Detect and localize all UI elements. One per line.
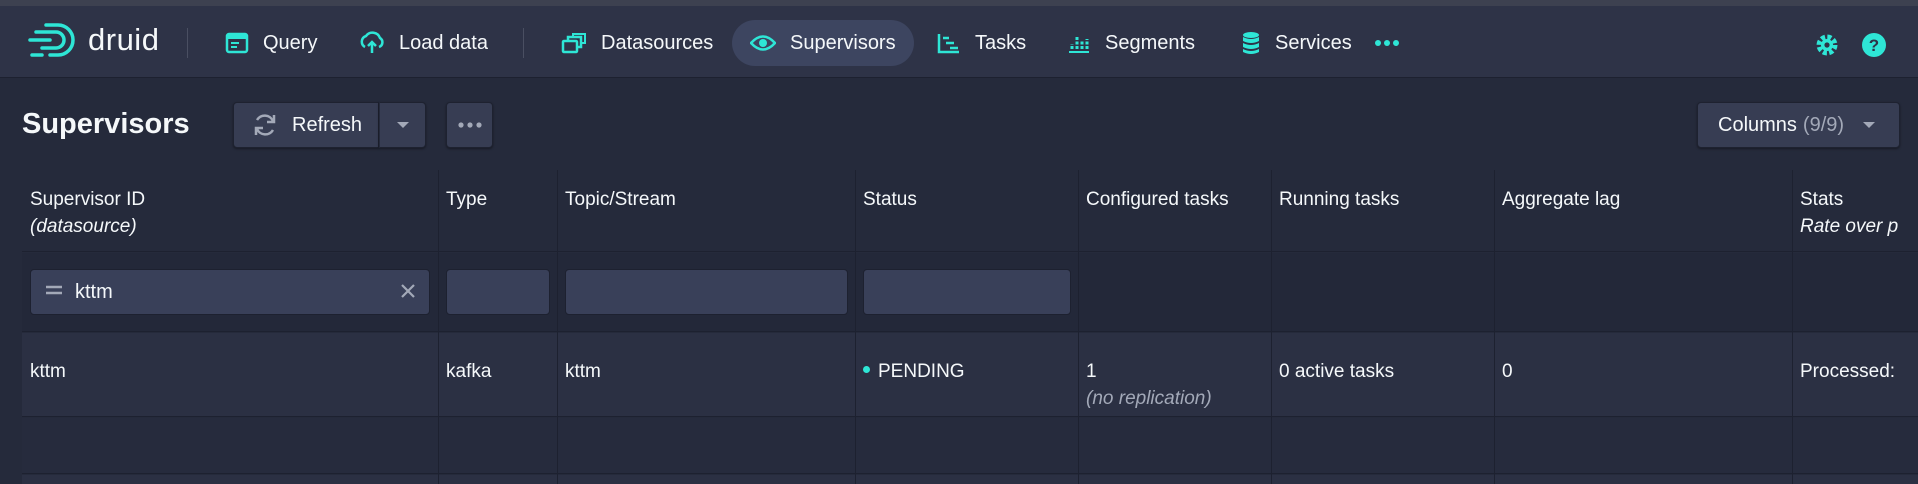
- columns-label: Columns: [1718, 113, 1797, 136]
- nav-query[interactable]: Query: [207, 20, 335, 66]
- empty-table-row: [22, 418, 1918, 474]
- clear-icon[interactable]: [399, 282, 417, 300]
- nav-load-data-label: Load data: [399, 31, 488, 54]
- header-configured-tasks[interactable]: Configured tasks: [1086, 186, 1229, 213]
- refresh-options-button[interactable]: [379, 102, 426, 148]
- page-title: Supervisors: [22, 108, 190, 140]
- nav-datasources-label: Datasources: [601, 31, 714, 54]
- logo-text: druid: [88, 22, 160, 57]
- table-row[interactable]: kttm kafka kttm PENDING 1 (no replicatio…: [22, 333, 1918, 417]
- nav-tasks-label: Tasks: [975, 31, 1027, 54]
- caret-down-icon: [396, 122, 409, 128]
- header-aggregate-lag[interactable]: Aggregate lag: [1502, 186, 1620, 213]
- configured-tasks-value: 1: [1086, 361, 1097, 382]
- header-topic[interactable]: Topic/Stream: [565, 186, 676, 213]
- header-status[interactable]: Status: [863, 186, 917, 213]
- nav-load-data[interactable]: Load data: [341, 20, 506, 66]
- svg-text:?: ?: [1869, 36, 1879, 55]
- column-divider[interactable]: [1792, 170, 1793, 484]
- more-actions-button[interactable]: [446, 102, 493, 148]
- cell-running-tasks[interactable]: 0 active tasks: [1279, 358, 1394, 385]
- page-header: Supervisors Refresh Columns (9/9): [0, 100, 1918, 150]
- cell-status-label: PENDING: [878, 361, 965, 382]
- more-nav-button[interactable]: [1364, 20, 1410, 66]
- more-icon: [457, 122, 482, 128]
- column-divider[interactable]: [1078, 170, 1079, 484]
- columns-count: (9/9): [1802, 113, 1845, 136]
- configured-tasks-note: (no replication): [1086, 388, 1212, 409]
- nav-services-label: Services: [1275, 31, 1352, 54]
- header-supervisor-id[interactable]: Supervisor ID (datasource): [30, 186, 145, 240]
- status-filter[interactable]: [863, 269, 1071, 315]
- nav-query-label: Query: [263, 31, 318, 54]
- database-icon: [1243, 32, 1259, 54]
- nav-divider: [187, 28, 188, 58]
- stacked-chart-icon: [1069, 37, 1089, 53]
- nav-segments-label: Segments: [1105, 31, 1196, 54]
- cell-type: kafka: [446, 361, 492, 382]
- status-indicator-dot: [863, 366, 870, 374]
- cell-stats: Processed:: [1800, 361, 1896, 382]
- cell-aggregate-lag: 0: [1502, 361, 1513, 382]
- nav-services[interactable]: Services: [1223, 20, 1370, 66]
- druid-logo-icon: [28, 23, 75, 57]
- nav-supervisors-label: Supervisors: [790, 31, 896, 54]
- gantt-chart-icon: [937, 34, 959, 54]
- header-running-tasks[interactable]: Running tasks: [1279, 186, 1399, 213]
- cloud-upload-icon: [360, 31, 384, 53]
- application-icon: [225, 32, 249, 54]
- cell-topic: kttm: [565, 361, 601, 382]
- cell-supervisor-id[interactable]: kttm: [30, 358, 66, 385]
- equals-icon: [46, 285, 62, 295]
- header-stats-sub: Rate over p: [1800, 216, 1899, 237]
- cell-status: PENDING: [863, 358, 965, 385]
- column-divider[interactable]: [438, 170, 439, 484]
- refresh-button[interactable]: Refresh: [233, 102, 379, 148]
- header-type[interactable]: Type: [446, 186, 487, 213]
- cell-configured-tasks: 1 (no replication): [1086, 358, 1212, 412]
- column-divider[interactable]: [557, 170, 558, 484]
- refresh-label: Refresh: [292, 113, 363, 136]
- nav-divider: [523, 28, 524, 58]
- help-icon[interactable]: ?: [1861, 32, 1887, 58]
- empty-table-row: [22, 475, 1918, 484]
- top-navbar: druid Query Load data Datasources Superv…: [0, 6, 1918, 78]
- nav-tasks[interactable]: Tasks: [919, 20, 1044, 66]
- supervisor-id-filter-value: kttm: [75, 281, 113, 303]
- supervisor-id-filter[interactable]: kttm: [30, 269, 430, 315]
- druid-logo[interactable]: druid: [28, 20, 159, 60]
- more-icon: [1375, 40, 1399, 46]
- column-divider[interactable]: [1494, 170, 1495, 484]
- columns-button[interactable]: Columns (9/9): [1697, 102, 1900, 148]
- refresh-icon: [254, 114, 276, 136]
- multi-select-icon: [561, 33, 586, 54]
- type-filter[interactable]: [446, 269, 550, 315]
- eye-open-icon: [750, 35, 776, 51]
- nav-supervisors[interactable]: Supervisors: [732, 20, 914, 66]
- supervisors-table: Supervisor ID (datasource) Type Topic/St…: [22, 170, 1918, 484]
- column-divider[interactable]: [1271, 170, 1272, 484]
- topic-filter[interactable]: [565, 269, 848, 315]
- column-divider[interactable]: [855, 170, 856, 484]
- header-stats-label: Stats: [1800, 189, 1844, 210]
- filter-row: kttm: [22, 253, 1918, 332]
- header-supervisor-id-sub: (datasource): [30, 216, 137, 237]
- header-stats[interactable]: Stats Rate over p: [1800, 186, 1898, 240]
- header-supervisor-id-label: Supervisor ID: [30, 189, 146, 210]
- caret-down-icon: [1863, 122, 1876, 128]
- table-header: Supervisor ID (datasource) Type Topic/St…: [22, 170, 1918, 252]
- nav-datasources[interactable]: Datasources: [543, 20, 731, 66]
- nav-segments[interactable]: Segments: [1049, 20, 1213, 66]
- gear-icon[interactable]: [1814, 32, 1840, 58]
